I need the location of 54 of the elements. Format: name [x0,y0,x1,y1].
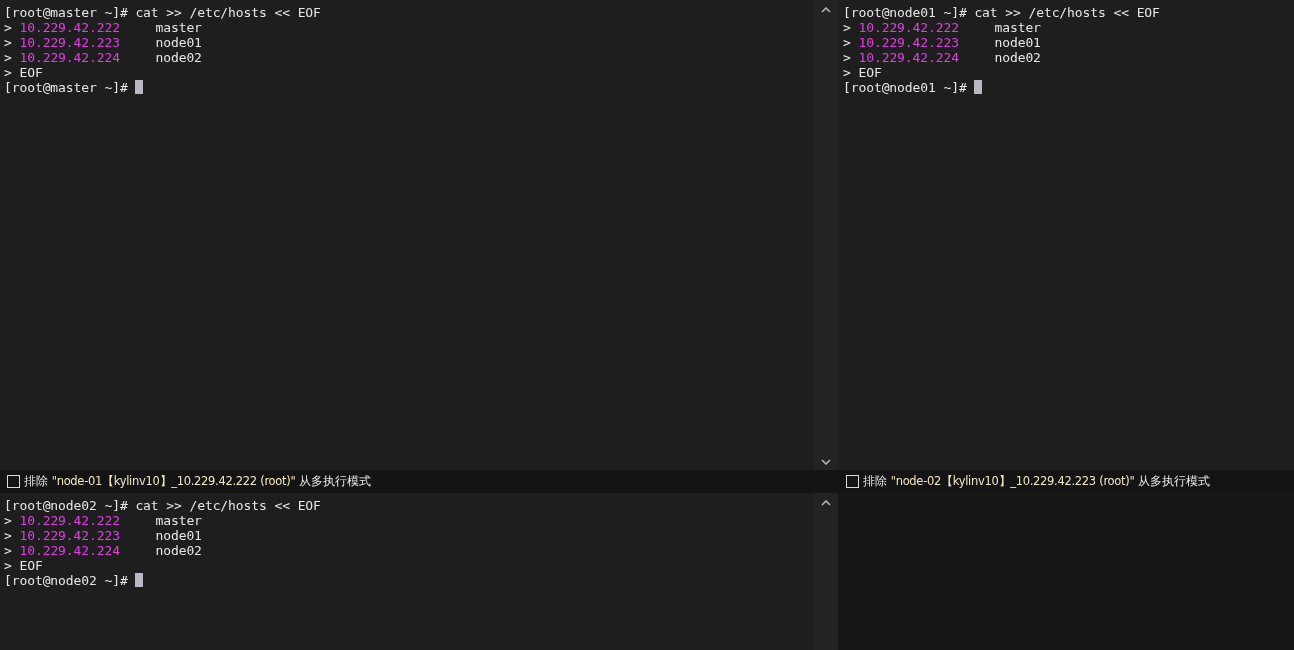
text-cursor [135,80,144,94]
continuation-prompt: > [843,20,851,35]
hostname-text: master [155,20,202,35]
prompt-text: [root@node01 ~]# [843,5,967,20]
exclude-checkbox[interactable] [846,475,859,488]
ip-address: 10.229.42.224 [19,543,121,558]
output-text: > EOF [4,558,43,573]
ip-address: 10.229.42.223 [19,35,121,50]
prompt-text: [root@node02 ~]# [4,498,128,513]
ip-address: 10.229.42.223 [19,528,121,543]
continuation-prompt: > [4,543,12,558]
ip-address: 10.229.42.224 [858,50,960,65]
command-text: cat >> /etc/hosts << EOF [135,5,321,20]
continuation-prompt: > [4,35,12,50]
hostname-text: node02 [155,50,202,65]
scrollbar[interactable] [814,493,838,650]
command-text: cat >> /etc/hosts << EOF [135,498,321,513]
scrollbar[interactable] [814,0,838,470]
prompt-text: [root@master ~]# [4,80,128,95]
ip-address: 10.229.42.222 [19,20,121,35]
terminal-pane[interactable]: [root@node02 ~]# cat >> /etc/hosts << EOF > 10.229.42.222 master > 10.229.42.223 node01 > 10.229.42.224 node02 > EOF [root@node02 ~]# [0,493,814,650]
terminal-pane[interactable]: [root@master ~]# cat >> /etc/hosts << EOF > 10.229.42.222 master > 10.229.42.223 node01 > 10.229.42.224 node02 > EOF [root@master ~]# [0,0,814,470]
text-cursor [135,573,144,587]
hostname-text: master [155,513,202,528]
continuation-prompt: > [4,20,12,35]
hostname-text: node01 [155,528,202,543]
command-text: cat >> /etc/hosts << EOF [974,5,1160,20]
hostname-text: master [994,20,1041,35]
continuation-prompt: > [4,50,12,65]
scroll-up-icon[interactable] [821,7,831,13]
terminal-pane[interactable]: [root@node01 ~]# cat >> /etc/hosts << EOF > 10.229.42.222 master > 10.229.42.223 node01 > 10.229.42.224 node02 > EOF [root@node01 ~]# [838,0,1294,470]
ip-address: 10.229.42.224 [19,50,121,65]
exclude-label: 排除 "node-02【kylinv10】_10.229.42.223 (root)" 从多执行模式 [863,474,1211,489]
output-text: > EOF [4,65,43,80]
scroll-up-icon[interactable] [821,500,831,506]
prompt-text: [root@master ~]# [4,5,128,20]
hostname-text: node02 [994,50,1041,65]
prompt-text: [root@node01 ~]# [843,80,967,95]
hostname-text: node02 [155,543,202,558]
continuation-prompt: > [4,513,12,528]
ip-address: 10.229.42.223 [858,35,960,50]
ip-address: 10.229.42.222 [19,513,121,528]
continuation-prompt: > [843,35,851,50]
exclude-checkbox[interactable] [7,475,20,488]
output-text: > EOF [843,65,882,80]
continuation-prompt: > [4,528,12,543]
hostname-text: node01 [994,35,1041,50]
text-cursor [974,80,983,94]
continuation-prompt: > [843,50,851,65]
scroll-down-icon[interactable] [821,459,831,465]
exclude-label: 排除 "node-01【kylinv10】_10.229.42.222 (root)" 从多执行模式 [24,474,372,489]
ip-address: 10.229.42.222 [858,20,960,35]
prompt-text: [root@node02 ~]# [4,573,128,588]
hostname-text: node01 [155,35,202,50]
